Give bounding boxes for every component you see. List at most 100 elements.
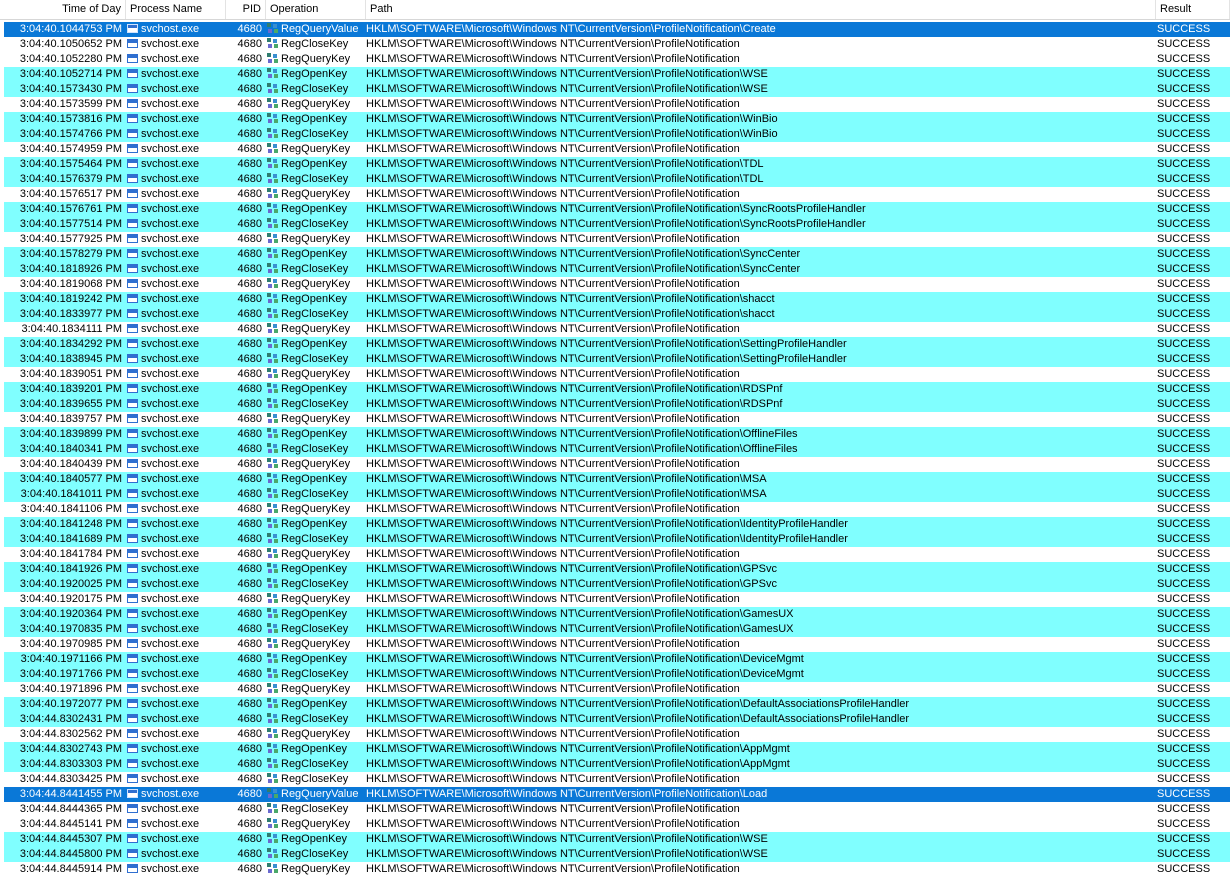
process-icon: [127, 99, 138, 108]
process-icon: [127, 219, 138, 228]
table-row[interactable]: 3:04:44.8303425 PM svchost.exe 4680 RegClos…: [4, 772, 1230, 787]
table-row[interactable]: 3:04:40.1574959 PM svchost.exe 4680 RegQuer…: [4, 142, 1230, 157]
table-row[interactable]: 3:04:44.8445307 PM svchost.exe 4680 RegOpen…: [4, 832, 1230, 847]
table-row[interactable]: 3:04:40.1574766 PM svchost.exe 4680 RegClos…: [4, 127, 1230, 142]
table-row[interactable]: 3:04:40.1834292 PM svchost.exe 4680 RegOpen…: [4, 337, 1230, 352]
path-cell-text: HKLM\SOFTWARE\Microsoft\Windows NT\Curre…: [366, 533, 848, 545]
pid-cell: 4680: [228, 157, 262, 172]
table-row[interactable]: 3:04:40.1841784 PM svchost.exe 4680 RegQuer…: [4, 547, 1230, 562]
table-row[interactable]: 3:04:40.1971896 PM svchost.exe 4680 RegQuer…: [4, 682, 1230, 697]
table-row[interactable]: 3:04:44.8445914 PM svchost.exe 4680 RegQuer…: [4, 862, 1230, 875]
path-cell-text: HKLM\SOFTWARE\Microsoft\Windows NT\Curre…: [366, 743, 790, 755]
table-row[interactable]: 3:04:40.1838945 PM svchost.exe 4680 RegClos…: [4, 352, 1230, 367]
table-row[interactable]: 3:04:40.1920175 PM svchost.exe 4680 RegQuer…: [4, 592, 1230, 607]
event-list[interactable]: Time of Day Process Name PID Operation P…: [0, 0, 1230, 875]
table-row[interactable]: 3:04:40.1840577 PM svchost.exe 4680 RegOpen…: [4, 472, 1230, 487]
process-cell: svchost.exe: [127, 247, 227, 262]
table-row[interactable]: 3:04:40.1573816 PM svchost.exe 4680 RegOpen…: [4, 112, 1230, 127]
path-cell: HKLM\SOFTWARE\Microsoft\Windows NT\Curre…: [366, 742, 1156, 757]
table-row[interactable]: 3:04:40.1833977 PM svchost.exe 4680 RegClos…: [4, 307, 1230, 322]
table-row[interactable]: 3:04:40.1839051 PM svchost.exe 4680 RegQuer…: [4, 367, 1230, 382]
table-row[interactable]: 3:04:44.8302743 PM svchost.exe 4680 RegOpen…: [4, 742, 1230, 757]
time-cell: 3:04:40.1841011 PM: [4, 487, 122, 502]
table-row[interactable]: 3:04:40.1920025 PM svchost.exe 4680 RegClos…: [4, 577, 1230, 592]
result-cell: SUCCESS: [1157, 37, 1227, 52]
column-header-pid[interactable]: PID: [226, 0, 266, 19]
table-row[interactable]: 3:04:40.1050652 PM svchost.exe 4680 RegClos…: [4, 37, 1230, 52]
process-name: svchost.exe: [141, 383, 200, 395]
pid-cell-text: 4680: [237, 848, 262, 860]
table-row[interactable]: 3:04:40.1971766 PM svchost.exe 4680 RegClos…: [4, 667, 1230, 682]
table-row[interactable]: 3:04:40.1839757 PM svchost.exe 4680 RegQuer…: [4, 412, 1230, 427]
column-header-result[interactable]: Result: [1156, 0, 1230, 19]
table-row[interactable]: 3:04:40.1819242 PM svchost.exe 4680 RegOpen…: [4, 292, 1230, 307]
table-row[interactable]: 3:04:40.1970985 PM svchost.exe 4680 RegQuer…: [4, 637, 1230, 652]
table-row[interactable]: 3:04:44.8441455 PM svchost.exe 4680 RegQuer…: [4, 787, 1230, 802]
table-row[interactable]: 3:04:40.1839201 PM svchost.exe 4680 RegOpen…: [4, 382, 1230, 397]
table-row[interactable]: 3:04:40.1839655 PM svchost.exe 4680 RegClos…: [4, 397, 1230, 412]
table-row[interactable]: 3:04:40.1573430 PM svchost.exe 4680 RegClos…: [4, 82, 1230, 97]
table-row[interactable]: 3:04:40.1840341 PM svchost.exe 4680 RegClos…: [4, 442, 1230, 457]
pid-cell: 4680: [228, 82, 262, 97]
process-icon: [127, 459, 138, 468]
registry-icon: [267, 338, 278, 348]
table-row[interactable]: 3:04:44.8302562 PM svchost.exe 4680 RegQuer…: [4, 727, 1230, 742]
table-row[interactable]: 3:04:40.1841689 PM svchost.exe 4680 RegClos…: [4, 532, 1230, 547]
column-header-path[interactable]: Path: [366, 0, 1156, 19]
table-row[interactable]: 3:04:40.1578279 PM svchost.exe 4680 RegOpen…: [4, 247, 1230, 262]
table-row[interactable]: 3:04:44.8445800 PM svchost.exe 4680 RegClos…: [4, 847, 1230, 862]
pid-cell-text: 4680: [237, 23, 262, 35]
time-cell: 3:04:44.8445307 PM: [4, 832, 122, 847]
process-name: svchost.exe: [141, 713, 200, 725]
registry-icon: [267, 173, 278, 183]
table-row[interactable]: 3:04:40.1576761 PM svchost.exe 4680 RegOpen…: [4, 202, 1230, 217]
operation-cell: RegCloseKey: [266, 352, 366, 367]
table-row[interactable]: 3:04:40.1818926 PM svchost.exe 4680 RegClos…: [4, 262, 1230, 277]
result-cell: SUCCESS: [1157, 52, 1227, 67]
table-row[interactable]: 3:04:40.1841106 PM svchost.exe 4680 RegQuer…: [4, 502, 1230, 517]
path-cell: HKLM\SOFTWARE\Microsoft\Windows NT\Curre…: [366, 82, 1156, 97]
column-header-operation[interactable]: Operation: [266, 0, 366, 19]
table-row[interactable]: 3:04:40.1819068 PM svchost.exe 4680 RegQuer…: [4, 277, 1230, 292]
pid-cell: 4680: [228, 562, 262, 577]
table-row[interactable]: 3:04:40.1972077 PM svchost.exe 4680 RegOpen…: [4, 697, 1230, 712]
operation-cell: RegQueryKey: [266, 727, 366, 742]
column-header-process-name[interactable]: Process Name: [126, 0, 226, 19]
operation-cell: RegQueryValue: [266, 787, 366, 802]
table-row[interactable]: 3:04:40.1840439 PM svchost.exe 4680 RegQuer…: [4, 457, 1230, 472]
table-row[interactable]: 3:04:40.1052280 PM svchost.exe 4680 RegQuer…: [4, 52, 1230, 67]
table-row[interactable]: 3:04:40.1841248 PM svchost.exe 4680 RegOpen…: [4, 517, 1230, 532]
table-row[interactable]: 3:04:44.8303303 PM svchost.exe 4680 RegClos…: [4, 757, 1230, 772]
table-row[interactable]: 3:04:40.1576517 PM svchost.exe 4680 RegQuer…: [4, 187, 1230, 202]
table-row[interactable]: 3:04:40.1577514 PM svchost.exe 4680 RegClos…: [4, 217, 1230, 232]
process-cell: svchost.exe: [127, 742, 227, 757]
table-row[interactable]: 3:04:40.1841011 PM svchost.exe 4680 RegClos…: [4, 487, 1230, 502]
table-row[interactable]: 3:04:40.1841926 PM svchost.exe 4680 RegOpen…: [4, 562, 1230, 577]
table-row[interactable]: 3:04:44.8444365 PM svchost.exe 4680 RegClos…: [4, 802, 1230, 817]
process-name: svchost.exe: [141, 593, 200, 605]
table-row[interactable]: 3:04:40.1576379 PM svchost.exe 4680 RegClos…: [4, 172, 1230, 187]
pid-cell-text: 4680: [237, 143, 262, 155]
table-row[interactable]: 3:04:40.1839899 PM svchost.exe 4680 RegOpen…: [4, 427, 1230, 442]
table-row[interactable]: 3:04:40.1971166 PM svchost.exe 4680 RegOpen…: [4, 652, 1230, 667]
table-row[interactable]: 3:04:40.1044753 PM svchost.exe 4680 RegQuer…: [4, 22, 1230, 37]
table-row[interactable]: 3:04:40.1577925 PM svchost.exe 4680 RegQuer…: [4, 232, 1230, 247]
operation-name: RegCloseKey: [281, 848, 349, 860]
column-header-time-of-day[interactable]: Time of Day: [0, 0, 126, 19]
table-row[interactable]: 3:04:40.1970835 PM svchost.exe 4680 RegClos…: [4, 622, 1230, 637]
table-row[interactable]: 3:04:40.1834111 PM svchost.exe 4680 RegQuer…: [4, 322, 1230, 337]
pid-cell: 4680: [228, 307, 262, 322]
table-row[interactable]: 3:04:40.1573599 PM svchost.exe 4680 RegQuer…: [4, 97, 1230, 112]
registry-icon: [267, 488, 278, 498]
time-cell: 3:04:40.1920025 PM: [4, 577, 122, 592]
time-cell: 3:04:40.1576379 PM: [4, 172, 122, 187]
table-row[interactable]: 3:04:40.1052714 PM svchost.exe 4680 RegOpen…: [4, 67, 1230, 82]
operation-name: RegCloseKey: [281, 758, 349, 770]
table-row[interactable]: 3:04:40.1575464 PM svchost.exe 4680 RegOpen…: [4, 157, 1230, 172]
time-cell-text: 3:04:40.1841106 PM: [20, 503, 122, 515]
table-row[interactable]: 3:04:44.8302431 PM svchost.exe 4680 RegClos…: [4, 712, 1230, 727]
table-row[interactable]: 3:04:44.8445141 PM svchost.exe 4680 RegQuer…: [4, 817, 1230, 832]
time-cell: 3:04:40.1839201 PM: [4, 382, 122, 397]
table-row[interactable]: 3:04:40.1920364 PM svchost.exe 4680 RegOpen…: [4, 607, 1230, 622]
path-cell: HKLM\SOFTWARE\Microsoft\Windows NT\Curre…: [366, 187, 1156, 202]
